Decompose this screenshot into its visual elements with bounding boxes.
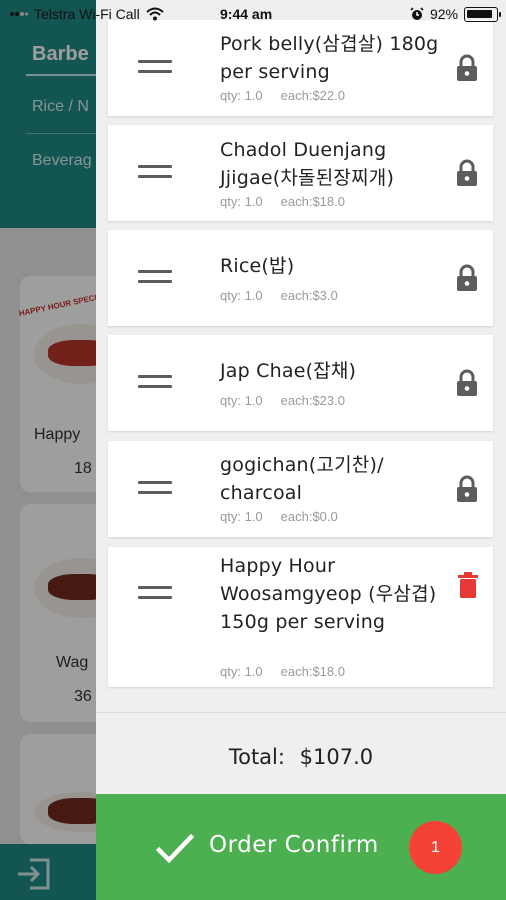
drag-handle-icon[interactable] (138, 270, 172, 286)
drag-handle-icon[interactable] (138, 481, 172, 497)
order-item-meta: qty: 1.0 each:$18.0 (220, 664, 345, 679)
order-item-qty: qty: 1.0 (220, 288, 263, 303)
wifi-icon (146, 7, 164, 21)
order-count-badge: 1 (409, 821, 462, 874)
order-item-price: each:$18.0 (280, 664, 345, 679)
order-item-price: each:$22.0 (280, 88, 345, 103)
lock-icon (457, 159, 477, 186)
clock: 9:44 am (220, 6, 273, 22)
battery-percent: 92% (429, 6, 458, 22)
lock-icon (457, 264, 477, 291)
order-item-name: Jap Chae(잡채) (220, 360, 357, 382)
order-confirm-button[interactable]: Order Confirm 1 (96, 794, 506, 900)
trash-icon[interactable] (458, 572, 478, 598)
checkmark-icon (156, 834, 194, 864)
order-item-meta: qty: 1.0 each:$0.0 (220, 509, 338, 524)
order-item-qty: qty: 1.0 (220, 664, 263, 679)
lock-icon (457, 475, 477, 502)
order-item-name: gogichan(고기찬)/ charcoal (220, 454, 384, 504)
order-item-price: each:$18.0 (280, 194, 345, 209)
order-confirm-label: Order Confirm (209, 832, 379, 858)
order-item-name: Happy Hour Woosamgyeop (우삼겹) 150g per se… (220, 555, 437, 633)
order-item[interactable]: Chadol Duenjang Jjigae(차돌된장찌개) qty: 1.0 … (108, 125, 493, 221)
order-item-meta: qty: 1.0 each:$23.0 (220, 393, 345, 408)
lock-icon (457, 54, 477, 81)
drag-handle-icon[interactable] (138, 375, 172, 391)
order-item[interactable]: gogichan(고기찬)/ charcoal qty: 1.0 each:$0… (108, 441, 493, 537)
order-list[interactable]: Pork belly(삼겹살) 180g per serving qty: 1.… (96, 0, 506, 712)
drag-handle-icon[interactable] (138, 586, 172, 602)
order-item-meta: qty: 1.0 each:$3.0 (220, 288, 338, 303)
order-item-meta: qty: 1.0 each:$22.0 (220, 88, 345, 103)
order-item-name: Pork belly(삼겹살) 180g per serving (220, 33, 439, 83)
order-item-qty: qty: 1.0 (220, 88, 263, 103)
lock-icon (457, 369, 477, 396)
drag-handle-icon[interactable] (138, 60, 172, 76)
status-bar: Telstra Wi-Fi Call 9:44 am 92% (0, 0, 506, 28)
order-item-qty: qty: 1.0 (220, 393, 263, 408)
battery-icon (464, 6, 501, 22)
signal-icon (10, 12, 28, 16)
order-item[interactable]: Rice(밥) qty: 1.0 each:$3.0 (108, 230, 493, 326)
order-item-qty: qty: 1.0 (220, 194, 263, 209)
order-item[interactable]: Happy Hour Woosamgyeop (우삼겹) 150g per se… (108, 547, 493, 687)
order-item-qty: qty: 1.0 (220, 509, 263, 524)
order-item-price: each:$0.0 (280, 509, 338, 524)
order-item-meta: qty: 1.0 each:$18.0 (220, 194, 345, 209)
drag-handle-icon[interactable] (138, 165, 172, 181)
order-item-name: Rice(밥) (220, 255, 295, 277)
order-total: Total: $107.0 (96, 745, 506, 769)
order-item-price: each:$3.0 (280, 288, 338, 303)
total-value: $107.0 (299, 745, 374, 769)
carrier-label: Telstra Wi-Fi Call (34, 6, 140, 22)
order-item-name: Chadol Duenjang Jjigae(차돌된장찌개) (220, 139, 395, 189)
order-item-price: each:$23.0 (280, 393, 345, 408)
order-item[interactable]: Pork belly(삼겹살) 180g per serving qty: 1.… (108, 20, 493, 116)
order-drawer: Pork belly(삼겹살) 180g per serving qty: 1.… (96, 0, 506, 900)
total-label: Total: (228, 745, 285, 769)
alarm-icon (410, 7, 424, 20)
order-item[interactable]: Jap Chae(잡채) qty: 1.0 each:$23.0 (108, 335, 493, 431)
order-total-row: Total: $107.0 (96, 712, 506, 794)
